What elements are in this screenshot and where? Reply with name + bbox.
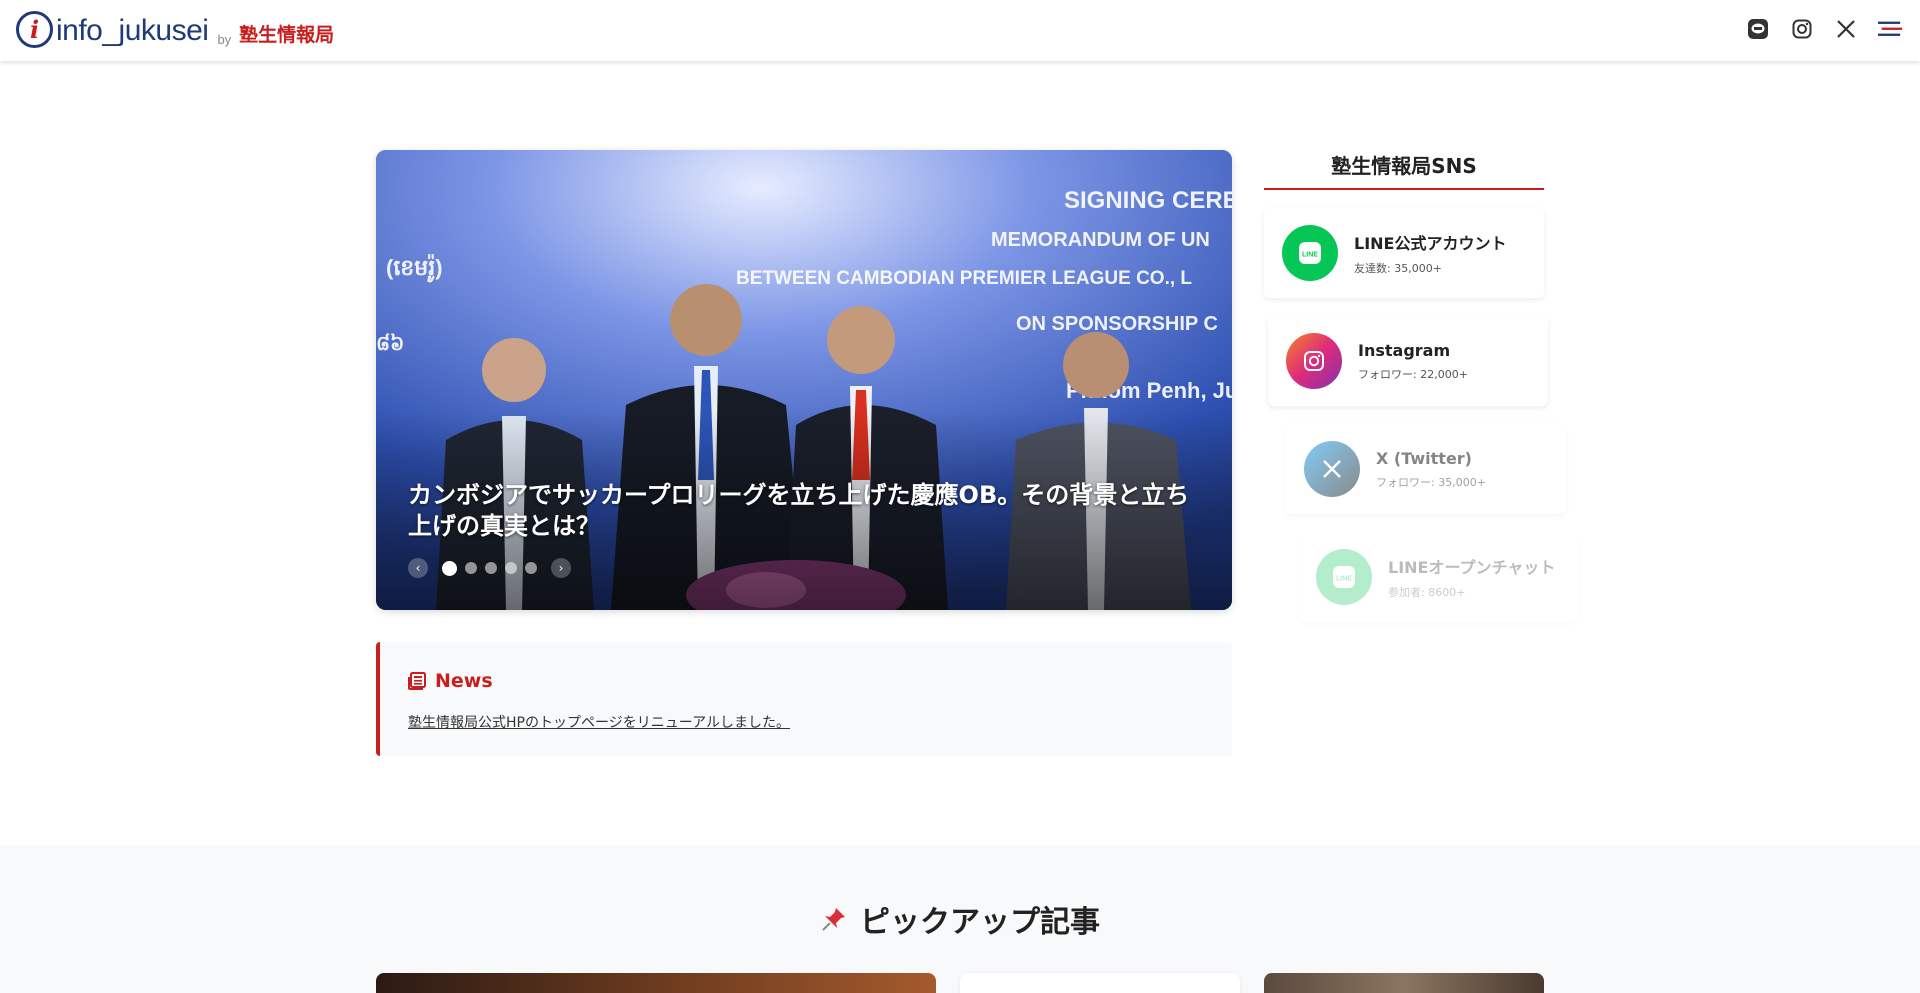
banner-line-1: SIGNING CERE — [1064, 187, 1232, 214]
sns-title-underline — [1264, 188, 1544, 190]
sns-count: フォロワー: 22,000+ — [1358, 367, 1468, 381]
slider-dot[interactable] — [485, 562, 497, 574]
slider-dots — [442, 560, 537, 576]
banner-khmer-2: ៨៦ — [376, 333, 404, 355]
x-icon — [1304, 441, 1360, 497]
hero-slider[interactable]: SIGNING CERE MEMORANDUM OF UN BETWEEN CA… — [376, 150, 1232, 610]
sns-name: LINEオープンチャット — [1388, 558, 1556, 577]
sns-count: 友達数: 35,000+ — [1354, 262, 1442, 275]
news-item-link[interactable]: 塾生情報局公式HPのトップページをリニューアルしました。 — [408, 712, 790, 732]
news-header: News — [408, 670, 493, 692]
sns-name: LINE公式アカウント — [1354, 234, 1507, 253]
pickup-title: ピックアップ記事 — [860, 905, 1100, 940]
pickup-card[interactable] — [960, 973, 1240, 993]
banner-line-2: MEMORANDUM OF UN — [991, 229, 1210, 251]
sns-card-openchat[interactable]: LINE LINEオープンチャット 参加者: 8600+ — [1298, 532, 1578, 622]
sns-count: フォロワー: 35,000+ — [1376, 475, 1486, 489]
sns-card-line[interactable]: LINE LINE公式アカウント 友達数: 35,000+ — [1264, 208, 1544, 298]
pickup-heading: ピックアップ記事 — [0, 897, 1920, 941]
newspaper-icon — [408, 672, 426, 690]
pickup-card[interactable] — [376, 973, 936, 993]
slider-dot[interactable] — [442, 560, 457, 576]
svg-text:LINE: LINE — [1336, 576, 1352, 583]
pickup-card[interactable] — [1264, 973, 1544, 993]
slider-dot[interactable] — [465, 562, 477, 574]
banner-line-3: BETWEEN CAMBODIAN PREMIER LEAGUE CO., L — [736, 268, 1192, 289]
slider-dot[interactable] — [505, 562, 517, 574]
instagram-icon[interactable] — [1790, 17, 1814, 41]
sns-name: X (Twitter) — [1376, 448, 1472, 468]
line-icon: LINE — [1316, 549, 1372, 605]
svg-text:LINE: LINE — [1302, 252, 1318, 259]
info-logo-icon: i — [16, 11, 53, 48]
slider-prev-button[interactable]: ‹ — [408, 558, 428, 578]
sns-card-instagram[interactable]: Instagram フォロワー: 22,000+ — [1268, 316, 1548, 406]
news-title: News — [435, 670, 493, 692]
menu-icon[interactable] — [1878, 17, 1902, 41]
logo-text: info_jukusei — [56, 14, 209, 47]
slider-next-button[interactable]: › — [551, 558, 571, 578]
site-logo[interactable]: i info_jukusei by 塾生情報局 — [16, 11, 334, 48]
slider-dot[interactable] — [525, 562, 537, 574]
logo-jp: 塾生情報局 — [239, 24, 335, 46]
sns-name: Instagram — [1358, 340, 1451, 360]
sns-count: 参加者: 8600+ — [1388, 586, 1466, 599]
logo-by: by — [217, 32, 232, 47]
pickup-section: ピックアップ記事 — [0, 845, 1920, 993]
x-icon[interactable] — [1834, 17, 1858, 41]
pushpin-icon — [822, 908, 845, 931]
banner-line-4: ON SPONSORSHIP C — [1016, 313, 1218, 335]
header-icons — [1746, 17, 1902, 41]
site-header: i info_jukusei by 塾生情報局 — [0, 0, 1920, 61]
line-icon: LINE — [1282, 225, 1338, 281]
slide-caption[interactable]: カンボジアでサッカープロリーグを立ち上げた慶應OB。その背景と立ち上げの真実とは… — [408, 480, 1208, 542]
sns-card-x[interactable]: X (Twitter) フォロワー: 35,000+ — [1286, 424, 1566, 514]
slider-controls: ‹ › — [408, 558, 571, 578]
news-panel: News 塾生情報局公式HPのトップページをリニューアルしました。 — [376, 642, 1232, 756]
instagram-icon — [1286, 333, 1342, 389]
sns-panel-title: 塾生情報局SNS — [1331, 154, 1477, 178]
banner-khmer-1: (ខេមរ៉ូ) — [386, 254, 443, 283]
line-icon[interactable] — [1746, 17, 1770, 41]
